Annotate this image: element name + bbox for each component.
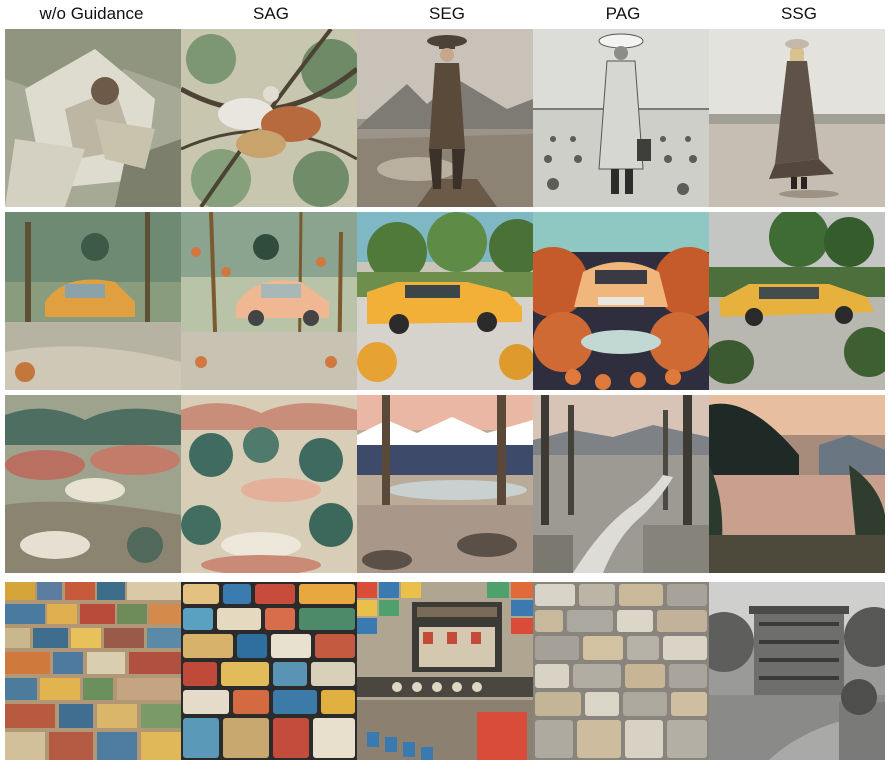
image-r1-sag (181, 29, 357, 207)
image-r4-pag (533, 582, 709, 760)
row-landscape-river (5, 395, 886, 573)
image-r4-ssg (709, 582, 885, 760)
column-header-no-guidance: w/o Guidance (39, 4, 144, 23)
image-r3-pag (533, 395, 709, 573)
image-r2-ssg (709, 212, 885, 390)
image-r3-sag (181, 395, 357, 573)
image-r4-no-guidance (5, 582, 181, 760)
image-r2-no-guidance (5, 212, 181, 390)
image-r2-seg (357, 212, 533, 390)
column-header-sag: SAG (253, 4, 289, 23)
image-r1-no-guidance (5, 29, 181, 207)
image-r4-sag (181, 582, 357, 760)
column-header-seg: SEG (429, 4, 465, 23)
row-mosaic-wall (5, 582, 886, 760)
image-r1-seg (357, 29, 533, 207)
image-r2-sag (181, 212, 357, 390)
image-r3-ssg (709, 395, 885, 573)
image-r4-seg (357, 582, 533, 760)
image-r1-pag (533, 29, 709, 207)
image-r3-seg (357, 395, 533, 573)
row-yellow-car (5, 212, 886, 390)
column-header-ssg: SSG (781, 4, 817, 23)
image-r3-no-guidance (5, 395, 181, 573)
column-headers: w/o Guidance SAG SEG PAG SSG (0, 0, 889, 28)
image-r1-ssg (709, 29, 885, 207)
image-r2-pag (533, 212, 709, 390)
row-woman-in-hat (5, 29, 886, 207)
column-header-pag: PAG (605, 4, 641, 23)
